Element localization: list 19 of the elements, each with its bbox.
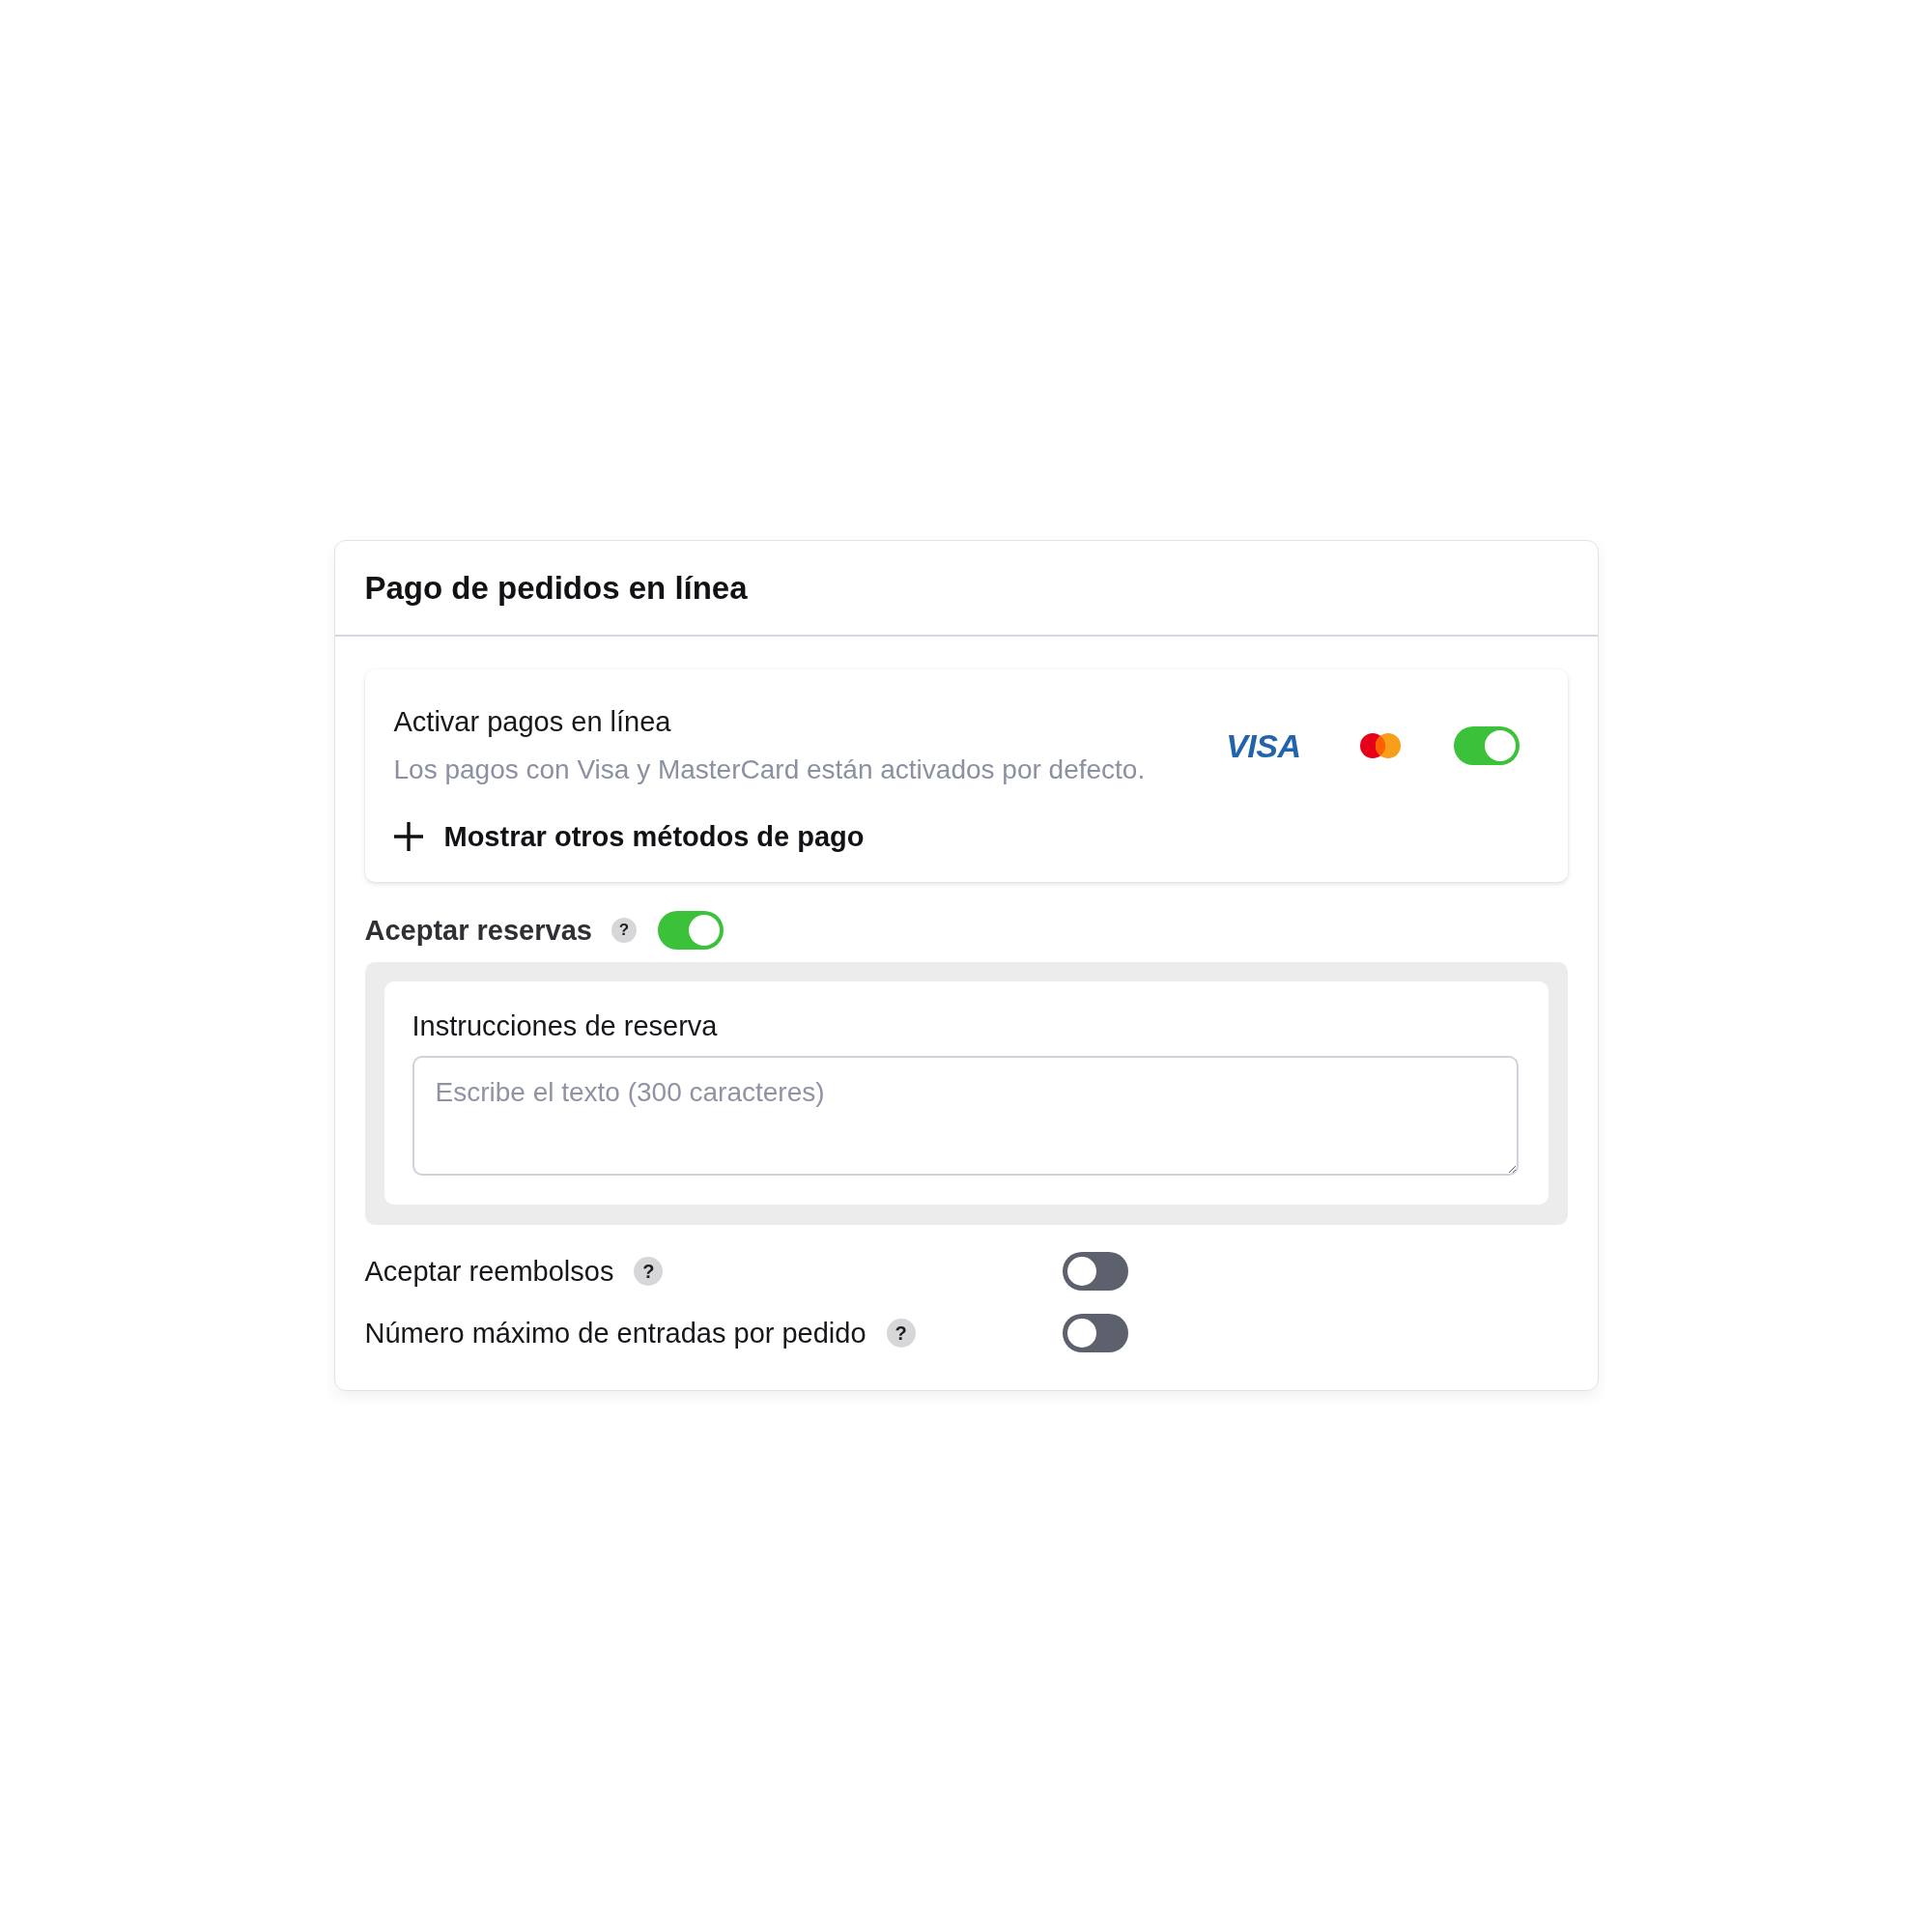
panel-title: Pago de pedidos en línea <box>364 568 748 608</box>
setting-label: Número máximo de entradas por pedido <box>364 1317 867 1350</box>
setting-label: Activar pagos en línea <box>393 705 672 739</box>
toggle-switch[interactable] <box>657 911 724 950</box>
help-icon[interactable]: ? <box>634 1257 664 1286</box>
help-icon[interactable]: ? <box>611 918 637 943</box>
setting-label: Aceptar reembolsos <box>364 1255 614 1289</box>
toggle-switch[interactable] <box>1453 726 1520 765</box>
plus-icon <box>393 822 423 851</box>
setting-label: Aceptar reservas <box>364 914 592 948</box>
field-label: Instrucciones de reserva <box>412 1009 719 1043</box>
setting-description: Los pagos con Visa y MasterCard están activados por defecto. <box>393 753 1147 786</box>
instructions-field[interactable]: Escribe el texto (300 caracteres) <box>412 1056 1519 1176</box>
show-more-link[interactable]: Mostrar otros métodos de pago <box>393 819 865 854</box>
toggle-switch[interactable] <box>1062 1252 1128 1291</box>
two-circles-icon <box>1358 732 1402 759</box>
toggle-switch[interactable] <box>1062 1314 1128 1352</box>
help-icon[interactable]: ? <box>886 1319 916 1348</box>
card-logo: VISA <box>1226 729 1301 762</box>
